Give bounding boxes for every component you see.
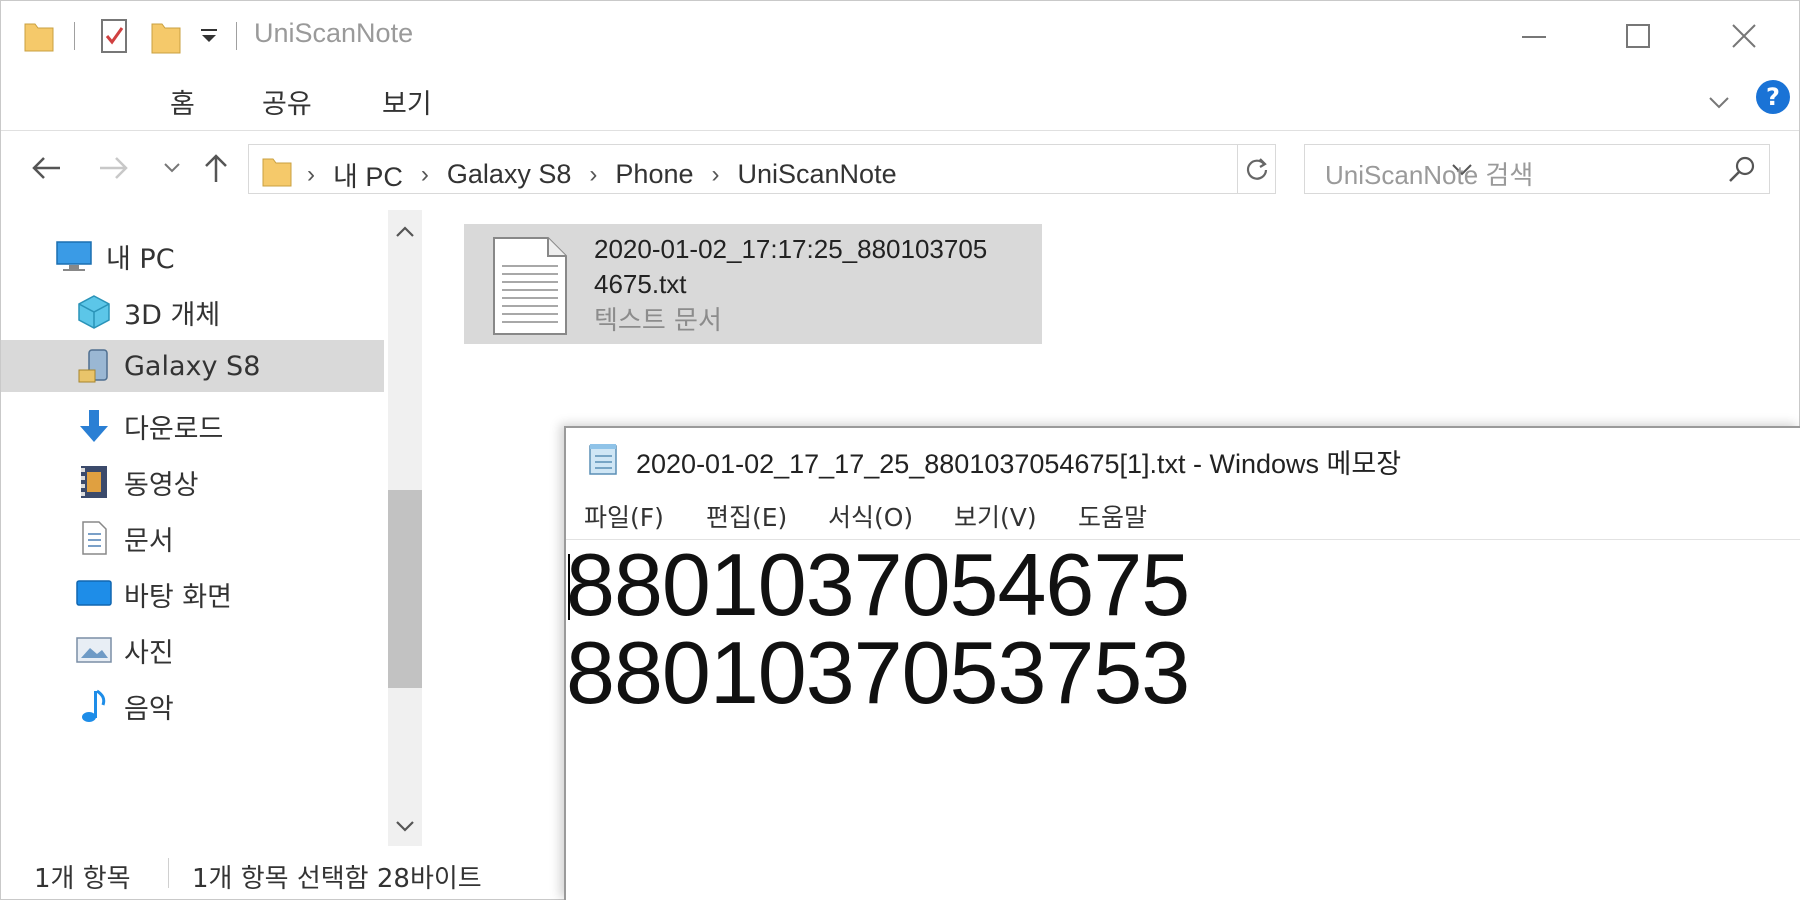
file-name: 2020-01-02_17:17:25_880103705 4675.txt — [594, 234, 988, 299]
refresh-button[interactable] — [1238, 144, 1276, 194]
ribbon-tabs: 홈 공유 보기 — [0, 72, 1800, 130]
scroll-up-button[interactable] — [388, 212, 422, 252]
search-placeholder: UniScanNote 검색 — [1325, 160, 1534, 190]
3d-objects-icon — [74, 292, 114, 332]
arrow-left-icon — [32, 157, 60, 179]
sidebar-item-videos[interactable]: 동영상 — [0, 456, 384, 508]
help-icon: ? — [1766, 83, 1780, 111]
sidebar-item-label: 바탕 화면 — [124, 581, 232, 613]
selection-info: 1개 항목 선택함 28바이트 — [192, 864, 482, 894]
properties-icon[interactable] — [100, 18, 130, 58]
tab-home[interactable]: 홈 — [160, 78, 205, 125]
chevron-up-icon — [396, 226, 414, 237]
status-bar: 1개 항목 1개 항목 선택함 28바이트 — [0, 846, 560, 900]
text-line-1: 8801037054675 — [566, 535, 1190, 634]
up-button[interactable] — [194, 146, 238, 190]
music-icon — [74, 686, 114, 726]
tab-view[interactable]: 보기 — [372, 78, 442, 125]
text-line-2: 8801037053753 — [566, 623, 1190, 722]
notepad-text-area[interactable]: 8801037054675 8801037053753 — [566, 535, 1800, 900]
notepad-icon — [586, 442, 622, 480]
breadcrumb: › 내 PC › Galaxy S8 › Phone › UniScanNote — [307, 155, 897, 194]
minimize-button[interactable] — [1494, 10, 1574, 62]
computer-icon — [54, 236, 94, 276]
navigation-bar: › 내 PC › Galaxy S8 › Phone › UniScanNote… — [0, 138, 1800, 198]
breadcrumb-my-pc[interactable]: 내 PC — [333, 155, 403, 194]
close-button[interactable] — [1704, 10, 1784, 62]
file-item[interactable]: 2020-01-02_17:17:25_880103705 4675.txt 텍… — [464, 224, 1042, 344]
menu-file[interactable]: 파일(F) — [584, 498, 664, 534]
sidebar-item-galaxy-s8[interactable]: Galaxy S8 — [0, 340, 384, 392]
scrollbar-thumb[interactable] — [388, 490, 422, 688]
breadcrumb-uniscannote[interactable]: UniScanNote — [738, 159, 897, 190]
title-bar: UniScanNote — [0, 0, 1800, 72]
minimize-icon — [1522, 36, 1546, 38]
menu-view[interactable]: 보기(V) — [954, 498, 1037, 534]
sidebar-item-3d-objects[interactable]: 3D 개체 — [0, 286, 384, 338]
expand-ribbon-button[interactable] — [1702, 86, 1736, 120]
notepad-menu-bar: 파일(F) 편집(E) 서식(O) 보기(V) 도움말 — [566, 488, 1800, 540]
address-bar[interactable]: › 내 PC › Galaxy S8 › Phone › UniScanNote — [248, 144, 1472, 194]
video-icon — [74, 462, 114, 502]
notepad-title-bar: 2020-01-02_17_17_25_8801037054675[1].txt… — [566, 428, 1800, 488]
scroll-down-button[interactable] — [388, 806, 422, 846]
sidebar-item-desktop[interactable]: 바탕 화면 — [0, 568, 384, 620]
sidebar-item-label: Galaxy S8 — [124, 350, 261, 382]
help-button[interactable]: ? — [1756, 80, 1790, 114]
sidebar-item-label: 동영상 — [124, 469, 199, 501]
document-icon — [74, 518, 114, 558]
menu-format[interactable]: 서식(O) — [828, 498, 913, 534]
back-button[interactable] — [24, 146, 68, 190]
chevron-down-icon — [1709, 97, 1729, 109]
notepad-title: 2020-01-02_17_17_25_8801037054675[1].txt… — [636, 449, 1402, 479]
phone-device-icon — [74, 346, 114, 386]
forward-button[interactable] — [92, 146, 136, 190]
close-icon — [1732, 24, 1756, 48]
pictures-icon — [74, 630, 114, 670]
folder-icon — [24, 18, 54, 56]
recent-locations-button[interactable] — [150, 146, 194, 190]
search-icon[interactable] — [1727, 155, 1757, 189]
sidebar-item-my-pc[interactable]: 내 PC — [0, 230, 384, 282]
desktop-icon — [74, 574, 114, 614]
customize-quick-access-icon[interactable] — [198, 26, 220, 52]
sidebar-item-pictures[interactable]: 사진 — [0, 624, 384, 676]
sidebar-item-label: 다운로드 — [124, 413, 224, 445]
new-folder-icon[interactable] — [150, 18, 182, 58]
arrow-up-icon — [205, 154, 227, 182]
refresh-icon — [1246, 158, 1267, 180]
folder-icon — [261, 153, 293, 191]
sidebar-item-label: 음악 — [124, 693, 174, 725]
chevron-down-icon — [164, 163, 180, 173]
notepad-window: 2020-01-02_17_17_25_8801037054675[1].txt… — [564, 426, 1800, 900]
item-count: 1개 항목 — [34, 864, 131, 894]
maximize-icon — [1626, 24, 1650, 48]
menu-edit[interactable]: 편집(E) — [706, 498, 787, 534]
sidebar-item-label: 3D 개체 — [124, 299, 221, 331]
arrow-right-icon — [100, 157, 128, 179]
sidebar-item-label: 사진 — [124, 637, 174, 669]
maximize-button[interactable] — [1598, 10, 1678, 62]
tab-share[interactable]: 공유 — [252, 78, 322, 125]
sidebar-item-downloads[interactable]: 다운로드 — [0, 400, 384, 452]
text-file-icon — [492, 236, 568, 340]
chevron-down-icon — [396, 821, 414, 832]
menu-help: 도움말 — [1078, 503, 1148, 532]
search-input[interactable]: UniScanNote 검색 — [1304, 144, 1770, 194]
sidebar-item-documents[interactable]: 문서 — [0, 512, 384, 564]
breadcrumb-galaxy-s8[interactable]: Galaxy S8 — [447, 159, 572, 190]
navigation-pane: 내 PC 3D 개체 Galaxy S8 다운로드 동영상 문서 바탕 화면 사… — [0, 206, 390, 846]
download-icon — [74, 406, 114, 446]
navigation-pane-scrollbar[interactable] — [388, 210, 422, 846]
sidebar-item-music[interactable]: 음악 — [0, 680, 384, 732]
sidebar-item-label: 내 PC — [106, 243, 175, 275]
breadcrumb-phone[interactable]: Phone — [615, 159, 693, 190]
window-title: UniScanNote — [254, 18, 414, 48]
file-type: 텍스트 문서 — [594, 306, 722, 336]
sidebar-item-label: 문서 — [124, 525, 174, 557]
